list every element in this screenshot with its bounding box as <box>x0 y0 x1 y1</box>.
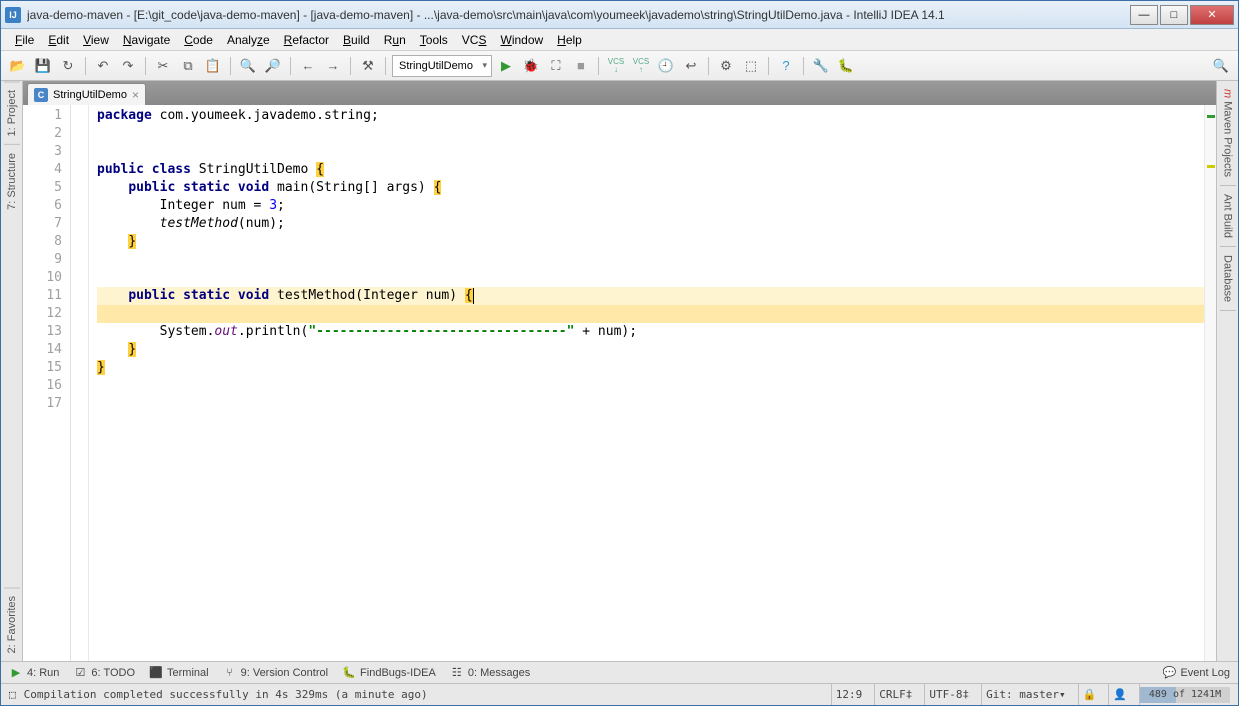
memory-indicator[interactable]: 489 of 1241M <box>1140 687 1230 703</box>
project-structure-icon[interactable]: ⬚ <box>740 55 762 77</box>
menubar: File Edit View Navigate Code Analyze Ref… <box>1 29 1238 51</box>
line-separator[interactable]: CRLF‡ <box>874 684 916 705</box>
menu-refactor[interactable]: Refactor <box>278 31 335 49</box>
tab-findbugs[interactable]: 🐛FindBugs-IDEA <box>342 666 436 680</box>
bottom-tool-tabs: ▶4: Run ☑6: TODO ⬛Terminal ⑂9: Version C… <box>1 661 1238 683</box>
tab-database[interactable]: Database <box>1220 247 1236 311</box>
menu-analyze[interactable]: Analyze <box>221 31 276 49</box>
vcs-update-icon[interactable]: VCS↓ <box>605 55 627 77</box>
findbugs-bug-icon[interactable]: 🐛 <box>835 55 857 77</box>
open-icon[interactable]: 📂 <box>7 55 29 77</box>
run-config-dropdown[interactable]: StringUtilDemo <box>392 55 492 77</box>
vcs-commit-icon[interactable]: VCS↑ <box>630 55 652 77</box>
tab-maven[interactable]: m Maven Projects <box>1220 81 1236 186</box>
forward-icon[interactable]: → <box>322 55 344 77</box>
status-message: Compilation completed successfully in 4s… <box>24 688 823 701</box>
right-tool-gutter: m Maven Projects Ant Build Database <box>1216 81 1238 661</box>
vcs-history-icon[interactable]: 🕘 <box>655 55 677 77</box>
error-stripe[interactable] <box>1204 105 1216 661</box>
settings-icon[interactable]: ⚙ <box>715 55 737 77</box>
findbugs-icon[interactable]: 🔧 <box>810 55 832 77</box>
refresh-icon[interactable]: ↻ <box>57 55 79 77</box>
replace-icon[interactable]: 🔎 <box>262 55 284 77</box>
menu-vcs[interactable]: VCS <box>456 31 493 49</box>
tab-ant[interactable]: Ant Build <box>1220 186 1236 247</box>
run-icon: ▶ <box>9 666 23 680</box>
titlebar: IJ java-demo-maven - [E:\git_code\java-d… <box>1 1 1238 29</box>
menu-navigate[interactable]: Navigate <box>117 31 176 49</box>
menu-file[interactable]: File <box>9 31 40 49</box>
find-icon[interactable]: 🔍 <box>237 55 259 77</box>
statusbar: ⬚ Compilation completed successfully in … <box>1 683 1238 705</box>
file-tab[interactable]: C StringUtilDemo × <box>27 83 146 105</box>
log-icon: 💬 <box>1162 666 1176 680</box>
menu-help[interactable]: Help <box>551 31 588 49</box>
bug-icon: 🐛 <box>342 666 356 680</box>
menu-run[interactable]: Run <box>378 31 412 49</box>
tab-run[interactable]: ▶4: Run <box>9 666 59 680</box>
toolbar: 📂 💾 ↻ ↶ ↷ ✂ ⧉ 📋 🔍 🔎 ← → ⚒ StringUtilDemo… <box>1 51 1238 81</box>
todo-icon: ☑ <box>73 666 87 680</box>
close-button[interactable]: ✕ <box>1190 5 1234 25</box>
marker-gutter <box>71 105 89 661</box>
status-icon: ⬚ <box>9 688 16 701</box>
editor-tab-bar: C StringUtilDemo × <box>23 81 1216 105</box>
vcs-revert-icon[interactable]: ↩ <box>680 55 702 77</box>
minimize-button[interactable]: — <box>1130 5 1158 25</box>
run-config-label: StringUtilDemo <box>399 60 473 72</box>
vcs-icon: ⑂ <box>223 666 237 680</box>
tab-todo[interactable]: ☑6: TODO <box>73 666 135 680</box>
menu-code[interactable]: Code <box>178 31 219 49</box>
messages-icon: ☷ <box>450 666 464 680</box>
file-encoding[interactable]: UTF-8‡ <box>924 684 973 705</box>
left-tool-gutter: 1: Project 7: Structure 2: Favorites <box>1 81 23 661</box>
save-icon[interactable]: 💾 <box>32 55 54 77</box>
stop-icon[interactable]: ■ <box>570 55 592 77</box>
debug-icon[interactable]: 🐞 <box>520 55 542 77</box>
window-title: java-demo-maven - [E:\git_code\java-demo… <box>27 8 1130 22</box>
git-branch[interactable]: Git: master ▾ <box>981 684 1069 705</box>
hector-icon[interactable]: 👤 <box>1108 684 1131 705</box>
code-area[interactable]: package com.youmeek.javademo.string; pub… <box>89 105 1216 661</box>
tab-event-log[interactable]: 💬Event Log <box>1162 666 1230 680</box>
java-class-icon: C <box>34 88 48 102</box>
back-icon[interactable]: ← <box>297 55 319 77</box>
menu-tools[interactable]: Tools <box>414 31 454 49</box>
menu-build[interactable]: Build <box>337 31 376 49</box>
maximize-button[interactable]: □ <box>1160 5 1188 25</box>
file-tab-label: StringUtilDemo <box>53 89 127 101</box>
tab-version-control[interactable]: ⑂9: Version Control <box>223 666 328 680</box>
help-icon[interactable]: ? <box>775 55 797 77</box>
build-icon[interactable]: ⚒ <box>357 55 379 77</box>
undo-icon[interactable]: ↶ <box>92 55 114 77</box>
copy-icon[interactable]: ⧉ <box>177 55 199 77</box>
tab-messages[interactable]: ☷0: Messages <box>450 666 530 680</box>
app-icon: IJ <box>5 7 21 23</box>
caret-position[interactable]: 12:9 <box>831 684 867 705</box>
menu-window[interactable]: Window <box>494 31 549 49</box>
run-icon[interactable]: ▶ <box>495 55 517 77</box>
tab-structure[interactable]: 7: Structure <box>4 144 20 218</box>
redo-icon[interactable]: ↷ <box>117 55 139 77</box>
terminal-icon: ⬛ <box>149 666 163 680</box>
search-everywhere-icon[interactable]: 🔍 <box>1210 55 1232 77</box>
lock-icon[interactable]: 🔒 <box>1078 684 1101 705</box>
close-tab-icon[interactable]: × <box>132 88 139 102</box>
coverage-icon[interactable]: ⛶ <box>545 55 567 77</box>
tab-project[interactable]: 1: Project <box>4 81 20 144</box>
paste-icon[interactable]: 📋 <box>202 55 224 77</box>
tab-terminal[interactable]: ⬛Terminal <box>149 666 209 680</box>
menu-edit[interactable]: Edit <box>42 31 75 49</box>
tab-favorites[interactable]: 2: Favorites <box>4 587 20 661</box>
editor[interactable]: 1234567891011121314151617 package com.yo… <box>23 105 1216 661</box>
line-number-gutter: 1234567891011121314151617 <box>23 105 71 661</box>
menu-view[interactable]: View <box>77 31 115 49</box>
cut-icon[interactable]: ✂ <box>152 55 174 77</box>
